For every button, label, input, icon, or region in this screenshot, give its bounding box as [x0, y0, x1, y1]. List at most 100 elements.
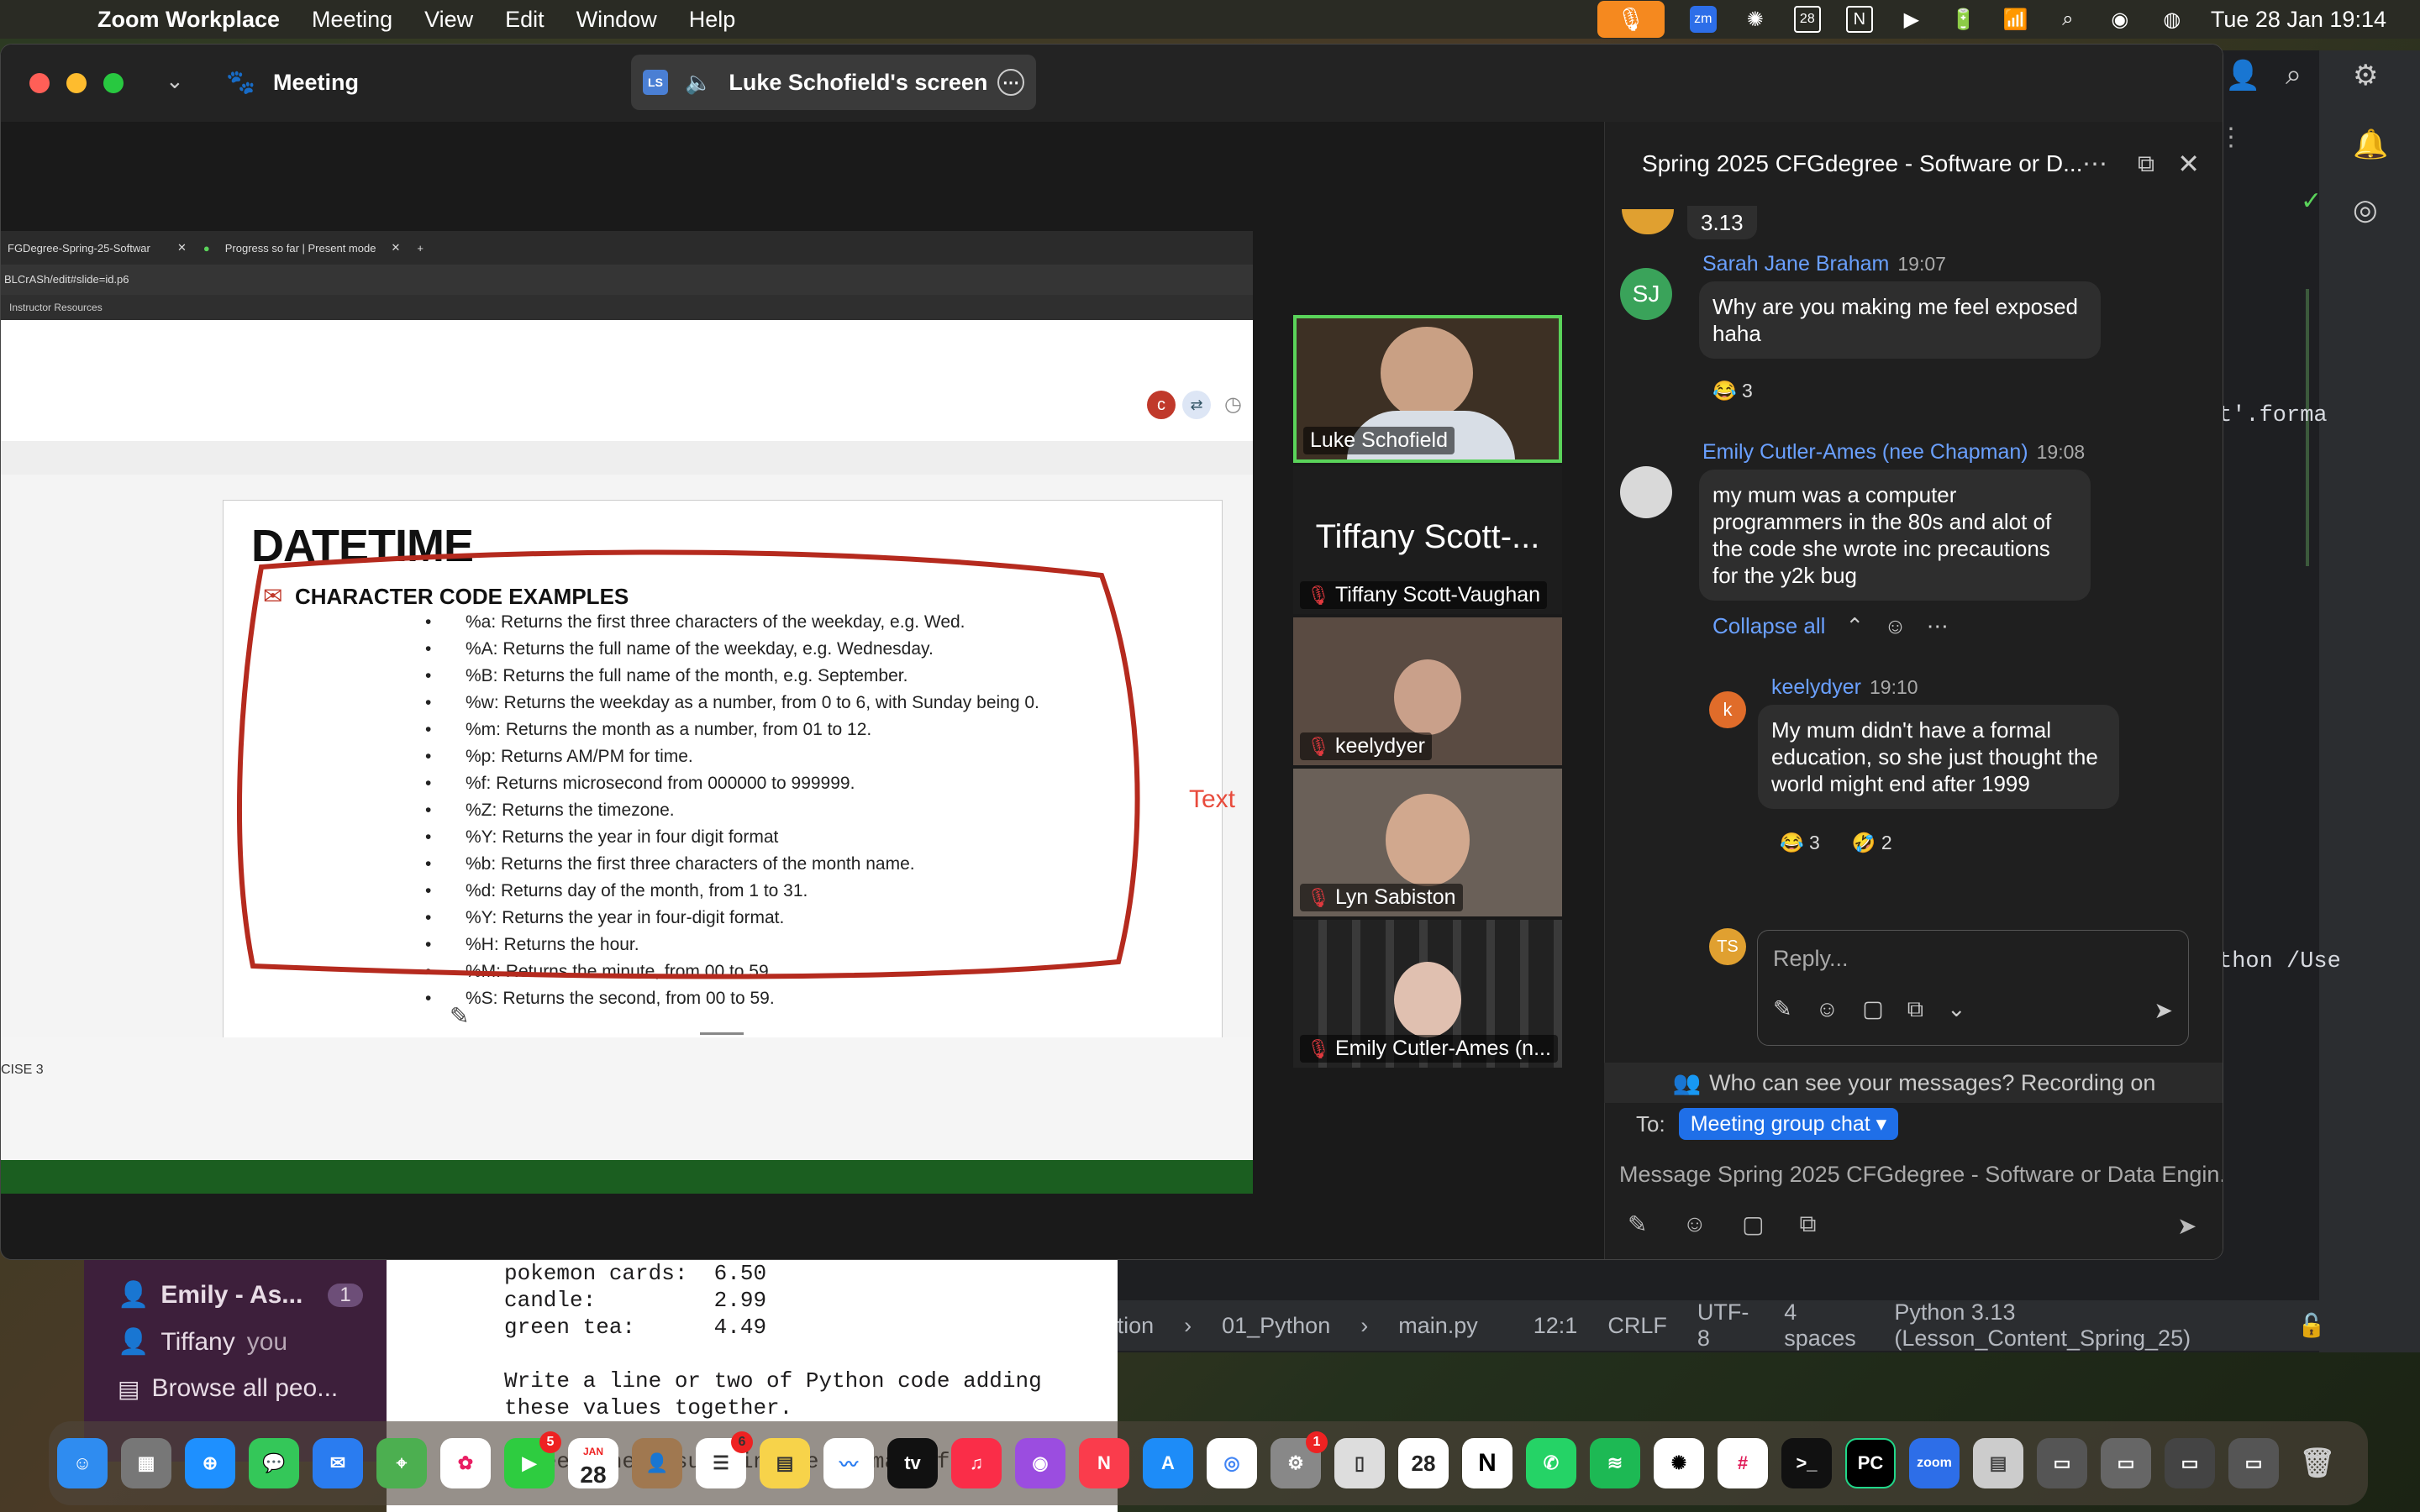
iphone-mirroring-icon[interactable]: ▯ [1334, 1438, 1385, 1488]
zoom-status-icon[interactable]: zm [1689, 6, 1717, 33]
reply-input[interactable]: Reply... [1773, 946, 1849, 972]
window-preview-icon[interactable]: ▭ [2228, 1438, 2279, 1488]
more-icon[interactable]: ⋯ [1927, 612, 1949, 639]
status-interpreter[interactable]: Python 3.13 (Lesson_Content_Spring_25) [1894, 1299, 2267, 1352]
message-bubble[interactable]: my mum was a computer programmers in the… [1699, 470, 2091, 601]
menu-meeting[interactable]: Meeting [312, 7, 392, 33]
format-icon[interactable]: ✎ [1628, 1210, 1647, 1238]
document-icon[interactable]: ▤ [1973, 1438, 2023, 1488]
chevron-down-icon[interactable]: ⌄ [1947, 996, 1966, 1023]
close-window-button[interactable] [29, 73, 50, 93]
browser-url[interactable]: BLCrASh/edit#slide=id.p6 [1, 265, 1253, 295]
clock[interactable]: Tue 28 Jan 19:14 [2211, 7, 2386, 33]
status-position[interactable]: 12:1 [1534, 1313, 1578, 1339]
recipient-dropdown[interactable]: Meeting group chat ▾ [1678, 1108, 1899, 1140]
chevron-down-icon[interactable]: ⌄ [166, 68, 184, 94]
calendar-icon[interactable]: 28 [1793, 6, 1821, 33]
finder-icon[interactable]: ☺ [57, 1438, 108, 1488]
settings-icon[interactable]: ⚙ [2353, 59, 2378, 92]
slack-dm-emily[interactable]: 👤 Emily - As... 1 [118, 1280, 363, 1310]
send-icon[interactable]: ➤ [2177, 1212, 2196, 1240]
more-icon[interactable]: ⋯ [997, 69, 1024, 96]
video-tile-keely[interactable]: 🎙 keelydyer [1293, 617, 1562, 765]
notion-icon[interactable]: N [1462, 1438, 1512, 1488]
popout-icon[interactable]: ⧉ [2138, 150, 2154, 178]
music-icon[interactable]: ♫ [951, 1438, 1002, 1488]
slack-icon[interactable]: # [1718, 1438, 1768, 1488]
share-people-icon[interactable]: ⇄ [1182, 391, 1211, 419]
status-file[interactable]: main.py [1398, 1313, 1478, 1339]
spotify-icon[interactable]: ≋ [1590, 1438, 1640, 1488]
video-tile-emily[interactable]: 🎙 Emily Cutler-Ames (n... [1293, 920, 1562, 1068]
sender-name[interactable]: Sarah Jane Braham [1702, 252, 1889, 276]
resize-handle[interactable] [700, 1032, 744, 1035]
message-bubble[interactable]: My mum didn't have a formal education, s… [1758, 705, 2119, 809]
more-icon[interactable]: ⋯ [2082, 150, 2107, 179]
maximize-window-button[interactable] [103, 73, 124, 93]
chevron-up-icon[interactable]: ⌃ [1845, 612, 1864, 639]
bell-icon[interactable]: 🔔 [2353, 128, 2388, 161]
send-icon[interactable]: ➤ [2154, 998, 2173, 1024]
collapse-all-button[interactable]: Collapse all [1712, 612, 1825, 639]
new-tab-icon[interactable]: + [408, 242, 432, 255]
status-indent[interactable]: 4 spaces [1784, 1299, 1864, 1352]
photos-icon[interactable]: ✿ [440, 1438, 491, 1488]
control-center-icon[interactable]: ◉ [2107, 6, 2133, 33]
close-icon[interactable]: ✕ [382, 241, 408, 255]
menu-app-name[interactable]: Zoom Workplace [97, 7, 280, 33]
screenshot-icon[interactable]: ⧉ [1907, 996, 1923, 1023]
facetime-icon[interactable]: ▶ 5 [504, 1431, 561, 1488]
search-icon[interactable]: ⌕ [2286, 59, 2302, 92]
fantastical-icon[interactable]: 28 [1398, 1438, 1449, 1488]
lock-icon[interactable]: 🔓 [2297, 1312, 2326, 1339]
reaction-chip[interactable]: 🤣 2 [1852, 829, 1892, 856]
menu-edit[interactable]: Edit [505, 7, 544, 33]
mail-icon[interactable]: ✉ [313, 1438, 363, 1488]
notion-icon[interactable]: N [1845, 6, 1873, 33]
maps-icon[interactable]: ⌖ [376, 1438, 427, 1488]
app-store-icon[interactable]: A [1143, 1438, 1193, 1488]
browser-tab-2[interactable]: Progress so far | Present mode [218, 242, 383, 255]
zoom-icon[interactable]: zoom [1909, 1438, 1960, 1488]
apple-icon[interactable] [34, 4, 64, 34]
slack-browse-people[interactable]: ▤ Browse all peo... [118, 1374, 338, 1403]
battery-icon[interactable]: 🔋 [1950, 6, 1977, 33]
menu-view[interactable]: View [424, 7, 473, 33]
calendar-icon[interactable]: JAN 28 [568, 1438, 618, 1488]
slack-dm-tiffany[interactable]: 👤 Tiffany you [118, 1327, 287, 1357]
add-user-icon[interactable]: 👤 [2225, 59, 2260, 92]
menu-help[interactable]: Help [689, 7, 736, 33]
pycharm-icon[interactable]: PC [1845, 1438, 1896, 1488]
window-preview-icon[interactable]: ▭ [2037, 1438, 2087, 1488]
sender-name[interactable]: Emily Cutler-Ames (nee Chapman) [1702, 440, 2028, 464]
browser-tab-1[interactable]: FGDegree-Spring-25-Softwar [1, 242, 169, 255]
chatgpt-icon[interactable]: ✺ [1742, 6, 1769, 33]
reply-box[interactable]: Reply... ✎ ☺ ▢ ⧉ ⌄ ➤ [1757, 930, 2189, 1046]
privacy-notice[interactable]: 👥 Who can see your messages? Recording o… [1604, 1063, 2223, 1103]
chatgpt-icon[interactable]: ✺ [1654, 1438, 1704, 1488]
status-line-ending[interactable]: CRLF [1607, 1313, 1667, 1339]
meeting-title[interactable]: Meeting [273, 70, 359, 96]
file-icon[interactable]: ▢ [1742, 1210, 1764, 1238]
format-icon[interactable]: ✎ [1773, 996, 1792, 1023]
terminal-icon[interactable]: >_ [1781, 1438, 1832, 1488]
trash-icon[interactable]: 🗑 [2292, 1438, 2343, 1488]
history-icon[interactable]: ◷ [1224, 392, 1242, 417]
microphone-icon[interactable]: 🎙 [1597, 1, 1665, 38]
status-folder[interactable]: 01_Python [1222, 1313, 1330, 1339]
messages-icon[interactable]: 💬 [249, 1438, 299, 1488]
podcasts-icon[interactable]: ◉ [1015, 1438, 1065, 1488]
video-tile-tiffany[interactable]: Tiffany Scott-... 🎙 Tiffany Scott-Vaughan [1293, 466, 1562, 614]
bookmark-item[interactable]: Instructor Resources [1, 295, 1253, 320]
window-preview-icon[interactable]: ▭ [2165, 1438, 2215, 1488]
siri-icon[interactable]: ◍ [2159, 6, 2186, 33]
emoji-icon[interactable]: ☺ [1682, 1210, 1707, 1238]
ai-assistant-icon[interactable]: ◎ [2353, 193, 2378, 227]
launchpad-icon[interactable]: ▦ [121, 1438, 171, 1488]
more-options-icon[interactable]: ⋮ [2218, 123, 2319, 173]
share-status-pill[interactable]: LS 🔈 Luke Schofield's screen ⋯ [631, 55, 1036, 110]
system-settings-icon[interactable]: ⚙ 1 [1270, 1431, 1328, 1488]
emoji-icon[interactable]: ☺ [1816, 996, 1839, 1023]
menu-window[interactable]: Window [576, 7, 657, 33]
message-input[interactable]: Message Spring 2025 CFGdegree - Software… [1619, 1162, 2223, 1188]
